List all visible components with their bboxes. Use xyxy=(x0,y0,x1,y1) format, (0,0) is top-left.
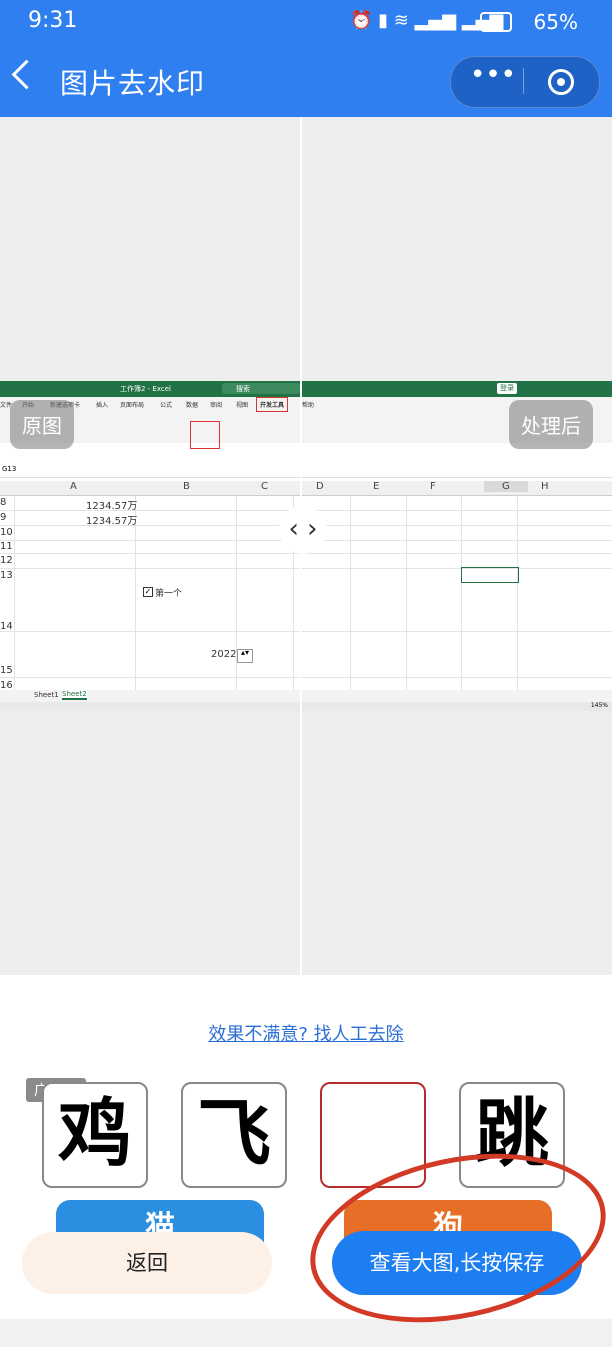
close-target-icon[interactable] xyxy=(548,69,574,95)
battery-icon xyxy=(480,12,512,32)
col-g: G xyxy=(484,481,528,492)
row-number: 14 xyxy=(0,621,13,632)
sheet-tab-bar: Sheet1 Sheet2 xyxy=(0,690,612,702)
ad-card: 鸡 xyxy=(42,1082,148,1188)
cell-a8: 1234.57万 xyxy=(86,501,138,512)
excel-title-bar: 工作簿2 - Excel 搜索 登录 xyxy=(0,381,612,397)
battery-percent: 65% xyxy=(533,10,578,34)
row-number: 13 xyxy=(0,570,13,581)
formula-bar: G13 xyxy=(0,463,612,478)
excel-status-bar: 145% xyxy=(0,702,612,711)
col-a: A xyxy=(70,481,77,492)
more-icon[interactable]: ••• xyxy=(470,60,516,90)
tab-6: 数据 xyxy=(186,402,199,409)
processed-label: 处理后 xyxy=(509,400,593,449)
row-number: 11 xyxy=(0,541,13,552)
column-headers: A B C D E F G H xyxy=(0,481,612,496)
grid-line xyxy=(0,568,612,569)
compare-drag-handle[interactable]: ‹ › xyxy=(279,506,327,554)
tab-3: 插入 xyxy=(96,402,109,409)
excel-search-text: 搜索 xyxy=(236,385,250,393)
name-box: G13 xyxy=(2,465,17,473)
tab-10: 帮助 xyxy=(302,402,315,409)
status-time: 9:31 xyxy=(28,8,78,33)
tab-7: 审阅 xyxy=(210,402,223,409)
excel-login: 登录 xyxy=(497,383,517,394)
manual-removal-link[interactable]: 效果不满意? 找人工去除 xyxy=(0,1020,612,1046)
status-bar: 9:31 ⏰ ▮ ≋ ▂▄▆ ▂▄▆ 65% xyxy=(0,0,612,44)
excel-search-box xyxy=(222,383,300,394)
row-number: 9 xyxy=(0,512,7,523)
spinner-icon: ▴▾ xyxy=(237,649,253,663)
insert-button-highlight xyxy=(190,421,220,449)
row-number: 8 xyxy=(0,497,7,508)
col-d: D xyxy=(316,481,324,492)
tab-8: 视图 xyxy=(236,402,249,409)
col-f: F xyxy=(430,481,436,492)
grid-line xyxy=(0,631,612,632)
capsule-divider xyxy=(523,68,524,94)
col-b: B xyxy=(183,481,190,492)
back-button[interactable]: 返回 xyxy=(22,1232,272,1294)
sheet-tab: Sheet1 xyxy=(34,691,59,699)
spinner-value: 2022 xyxy=(211,649,237,660)
checkbox-label: 第一个 xyxy=(155,589,183,599)
tab-dev: 开发工具 xyxy=(256,397,289,412)
col-h: H xyxy=(541,481,549,492)
tab-5: 公式 xyxy=(160,402,173,409)
ad-card: 飞 xyxy=(181,1082,287,1188)
zoom-level: 145% xyxy=(590,702,608,709)
sheet-tab: Sheet2 xyxy=(62,690,87,700)
selected-cell-g13 xyxy=(461,567,519,583)
page-title: 图片去水印 xyxy=(60,67,206,100)
row-number: 15 xyxy=(0,665,13,676)
tab-4: 页面布局 xyxy=(120,402,145,409)
excel-title: 工作簿2 - Excel xyxy=(120,385,171,393)
col-c: C xyxy=(261,481,268,492)
row-number: 12 xyxy=(0,555,13,566)
cell-a9: 1234.57万 xyxy=(86,516,138,527)
col-e: E xyxy=(373,481,380,492)
grid-line xyxy=(0,677,612,678)
checkbox-icon: ✓ xyxy=(143,587,153,597)
original-label: 原图 xyxy=(10,400,74,449)
row-number: 10 xyxy=(0,527,13,538)
